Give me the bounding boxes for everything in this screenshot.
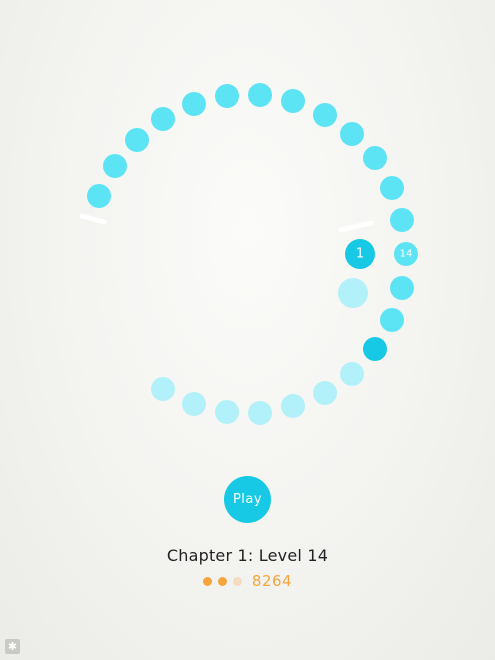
ring-dot xyxy=(380,308,404,332)
ring-dot-faded xyxy=(215,400,239,424)
ring-dot xyxy=(390,208,414,232)
barrier xyxy=(338,220,374,233)
gear-icon[interactable]: ✱ xyxy=(5,639,20,654)
ring-dot-faded xyxy=(182,392,206,416)
score-value: 8264 xyxy=(251,572,293,590)
ring-dot xyxy=(151,107,175,131)
ring-dot xyxy=(380,176,404,200)
player-dot-label: 1 xyxy=(356,247,364,262)
play-button[interactable]: Play xyxy=(224,476,271,523)
ring-dot-active xyxy=(363,337,387,361)
barrier xyxy=(79,213,107,225)
ring-dot xyxy=(281,89,305,113)
ghost-dot xyxy=(338,278,368,308)
ring-dot xyxy=(125,128,149,152)
ring-dot-faded xyxy=(313,381,337,405)
ring-dot xyxy=(340,122,364,146)
level-dot-label: 14 xyxy=(400,249,413,260)
ring-dot xyxy=(248,83,272,107)
ring-dot-faded xyxy=(151,377,175,401)
ring-dot xyxy=(390,276,414,300)
ring-dot xyxy=(215,84,239,108)
star-icon-3 xyxy=(232,576,242,586)
ring-dot-faded xyxy=(340,362,364,386)
ring-dot xyxy=(103,154,127,178)
star-icon-2 xyxy=(217,576,227,586)
game-board[interactable]: 14 1 xyxy=(0,0,495,460)
ring-dot xyxy=(87,184,111,208)
ring-dot-faded xyxy=(248,401,272,425)
star-icon-1 xyxy=(202,576,212,586)
level-rating: 8264 xyxy=(0,572,495,590)
ring-dot xyxy=(182,92,206,116)
level-title: Chapter 1: Level 14 xyxy=(166,546,329,565)
ring-dot xyxy=(313,103,337,127)
ring-dot xyxy=(363,146,387,170)
ring-dot-faded xyxy=(281,394,305,418)
